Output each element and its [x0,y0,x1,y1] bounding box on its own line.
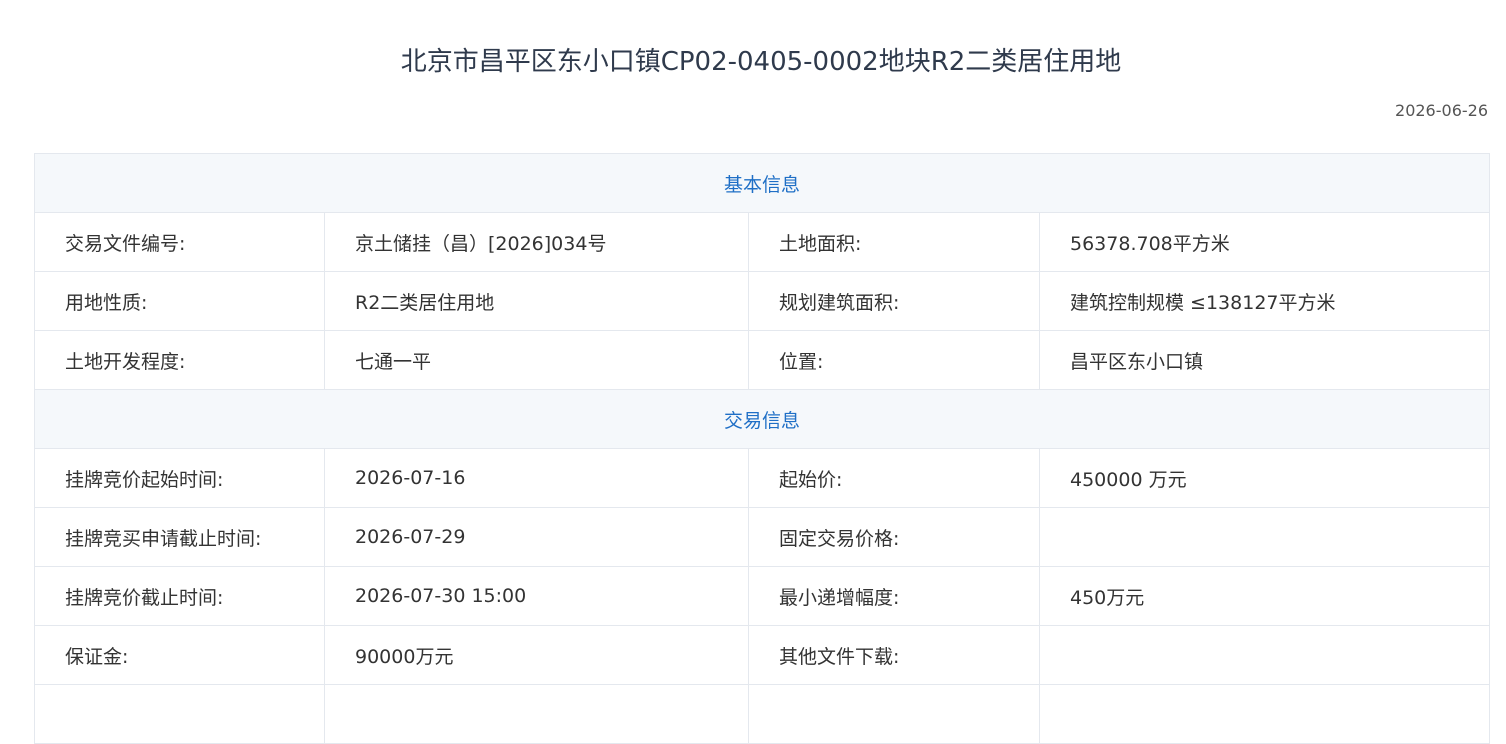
field-value-other-downloads[interactable] [1038,625,1491,685]
field-label-file-number: 交易文件编号: [34,212,325,272]
table-row: 用地性质: R2二类居住用地 规划建筑面积: 建筑控制规模 ≤138127平方米 [34,271,1491,331]
field-label-application-deadline: 挂牌竞买申请截止时间: [34,507,325,567]
field-value-land-use: R2二类居住用地 [324,271,749,331]
field-value-application-deadline: 2026-07-29 [324,507,749,567]
field-value-deposit: 90000万元 [324,625,749,685]
section-header-trade: 交易信息 [33,389,1491,449]
field-label-bid-start-time: 挂牌竞价起始时间: [34,448,325,508]
publish-date: 2026-06-26 [1395,101,1488,120]
page-title: 北京市昌平区东小口镇CP02-0405-0002地块R2二类居住用地 [400,47,1122,77]
field-value-planned-floor-area: 建筑控制规模 ≤138127平方米 [1038,271,1491,331]
field-value-bid-end-time: 2026-07-30 15:00 [324,566,749,626]
field-value-land-area: 56378.708平方米 [1038,212,1491,272]
table-row: 交易文件编号: 京土储挂（昌）[2026]034号 土地面积: 56378.70… [34,212,1491,272]
section-header-basic: 基本信息 [33,153,1491,213]
table-row: 保证金: 90000万元 其他文件下载: [34,625,1491,685]
field-label-location: 位置: [748,330,1040,390]
table-row [34,684,1491,744]
table-row: 挂牌竞买申请截止时间: 2026-07-29 固定交易价格: [34,507,1491,567]
field-value-bid-start-time: 2026-07-16 [324,448,749,508]
table-cell [324,684,749,744]
field-label-land-area: 土地面积: [748,212,1040,272]
field-label-planned-floor-area: 规划建筑面积: [748,271,1040,331]
field-label-min-increment: 最小递增幅度: [748,566,1040,626]
table-cell [1038,684,1491,744]
table-cell [748,684,1040,744]
section-title-trade: 交易信息 [33,389,1491,449]
section-title-basic: 基本信息 [33,153,1491,213]
field-label-bid-end-time: 挂牌竞价截止时间: [34,566,325,626]
field-value-development-level: 七通一平 [324,330,749,390]
table-cell [34,684,325,744]
field-value-file-number: 京土储挂（昌）[2026]034号 [324,212,749,272]
table-row: 挂牌竞价起始时间: 2026-07-16 起始价: 450000 万元 [34,448,1491,508]
table-row: 挂牌竞价截止时间: 2026-07-30 15:00 最小递增幅度: 450万元 [34,566,1491,626]
field-label-fixed-price: 固定交易价格: [748,507,1040,567]
field-value-starting-price: 450000 万元 [1038,448,1491,508]
land-info-table: 基本信息 交易文件编号: 京土储挂（昌）[2026]034号 土地面积: 563… [33,153,1491,744]
field-label-other-downloads: 其他文件下载: [748,625,1040,685]
field-label-starting-price: 起始价: [748,448,1040,508]
field-label-land-use: 用地性质: [34,271,325,331]
field-value-location: 昌平区东小口镇 [1038,330,1491,390]
table-row: 土地开发程度: 七通一平 位置: 昌平区东小口镇 [34,330,1491,390]
field-value-fixed-price [1038,507,1491,567]
field-label-development-level: 土地开发程度: [34,330,325,390]
field-value-min-increment: 450万元 [1038,566,1491,626]
field-label-deposit: 保证金: [34,625,325,685]
